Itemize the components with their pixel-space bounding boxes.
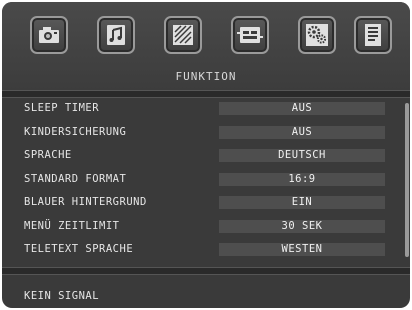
menu-row-teletext-sprache[interactable]: TELETEXT SPRACHE WESTEN xyxy=(2,239,402,263)
settings-menu: SLEEP TIMER AUS KINDERSICHERUNG AUS SPRA… xyxy=(2,98,402,263)
settings-gears-icon xyxy=(306,24,328,46)
tab-function[interactable] xyxy=(298,16,336,54)
section-title: FUNKTION xyxy=(175,70,237,83)
music-note-icon xyxy=(107,25,125,45)
menu-value[interactable]: AUS xyxy=(219,102,385,115)
screen-frame: FUNKTION SLEEP TIMER AUS KINDERSICHERUNG… xyxy=(0,0,412,310)
tab-sound[interactable] xyxy=(97,16,135,54)
menu-value[interactable]: WESTEN xyxy=(219,243,385,256)
menu-row-sprache[interactable]: SPRACHE DEUTSCH xyxy=(2,145,402,169)
menu-label: SPRACHE xyxy=(24,149,72,161)
menu-label: MENÜ ZEITLIMIT xyxy=(24,219,120,232)
connector-icon xyxy=(237,27,263,43)
menu-label: SLEEP TIMER xyxy=(24,102,100,114)
osd-panel: FUNKTION SLEEP TIMER AUS KINDERSICHERUNG… xyxy=(2,2,410,308)
document-icon xyxy=(365,24,381,46)
menu-row-kindersicherung[interactable]: KINDERSICHERUNG AUS xyxy=(2,122,402,146)
menu-label: KINDERSICHERUNG xyxy=(24,125,127,138)
menu-label: BLAUER HINTERGRUND xyxy=(24,196,147,208)
menu-row-sleep-timer[interactable]: SLEEP TIMER AUS xyxy=(2,98,402,122)
menu-header: FUNKTION xyxy=(2,2,410,92)
camera-icon xyxy=(39,27,59,43)
tab-camera[interactable] xyxy=(30,16,68,54)
menu-label: TELETEXT SPRACHE xyxy=(24,243,134,255)
tab-picture[interactable] xyxy=(164,16,202,54)
signal-status: KEIN SIGNAL xyxy=(24,290,100,302)
picture-adjust-icon xyxy=(173,25,193,45)
menu-value[interactable]: DEUTSCH xyxy=(219,149,385,162)
menu-label: STANDARD FORMAT xyxy=(24,172,127,185)
menu-value[interactable]: EIN xyxy=(219,196,385,209)
menu-row-standard-format[interactable]: STANDARD FORMAT 16:9 xyxy=(2,169,402,193)
tab-info[interactable] xyxy=(354,16,392,54)
menu-row-menue-zeitlimit[interactable]: MENÜ ZEITLIMIT 30 SEK xyxy=(2,216,402,240)
tab-connections[interactable] xyxy=(231,16,269,54)
menu-value[interactable]: 16:9 xyxy=(219,172,385,186)
menu-row-blauer-hintergrund[interactable]: BLAUER HINTERGRUND EIN xyxy=(2,192,402,216)
menu-scrollbar[interactable] xyxy=(405,103,409,257)
header-divider xyxy=(2,90,410,98)
menu-value[interactable]: AUS xyxy=(219,125,385,139)
footer-divider xyxy=(2,267,410,275)
menu-value[interactable]: 30 SEK xyxy=(219,219,385,233)
